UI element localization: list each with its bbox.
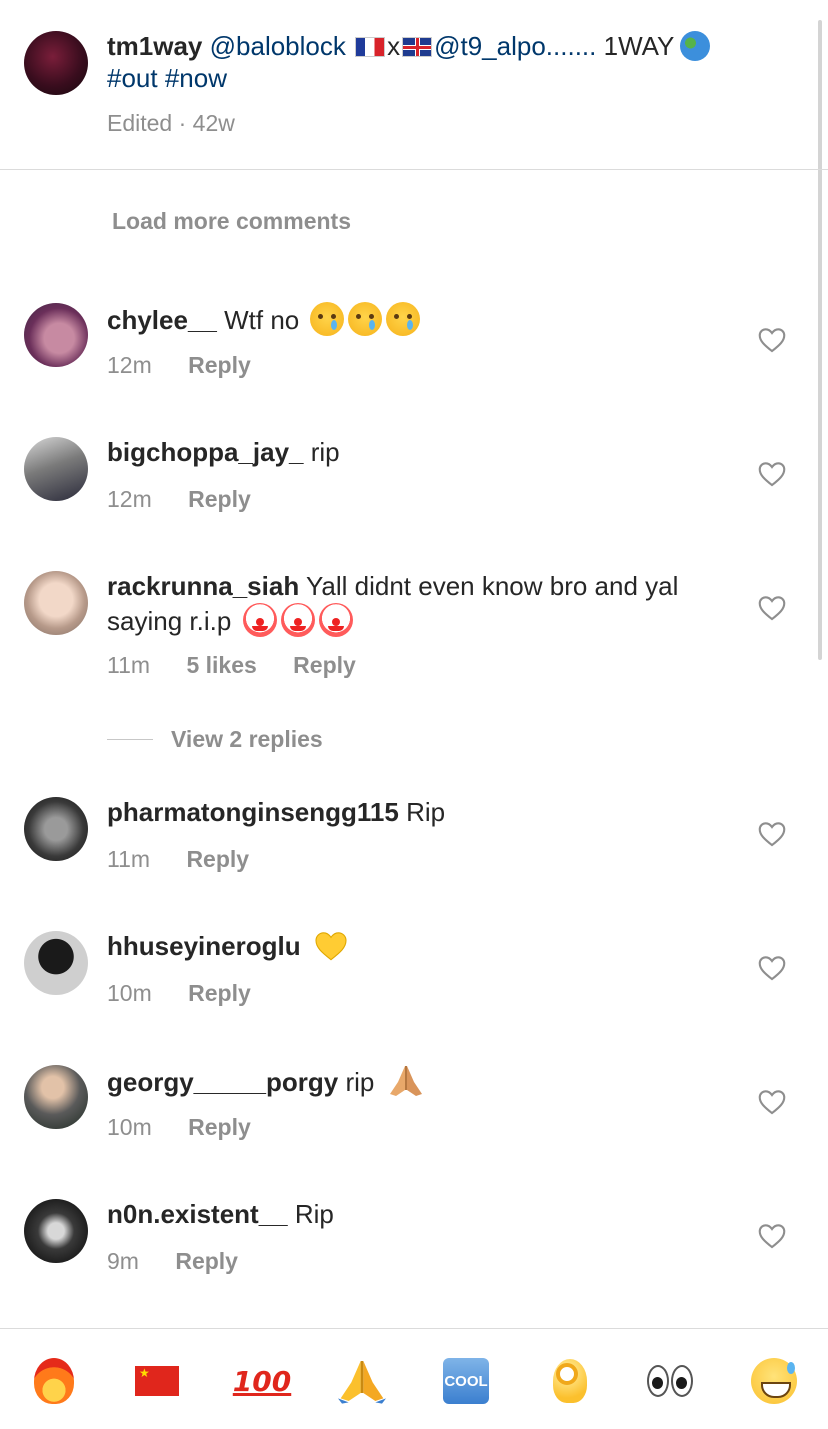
comment-body: georgy_____porgy rip <box>107 1064 707 1099</box>
cool-emoji-button[interactable]: COOL <box>442 1357 490 1405</box>
comment-username[interactable]: hhuseyineroglu <box>107 931 301 961</box>
crying-face-icon <box>310 302 345 336</box>
commenter-avatar[interactable] <box>24 571 88 635</box>
commenter-avatar[interactable] <box>24 1199 88 1263</box>
comment-username[interactable]: n0n.existent__ <box>107 1199 288 1229</box>
crying-face-icon <box>386 302 421 336</box>
like-heart-icon[interactable] <box>758 1089 786 1115</box>
hundred-emoji-button[interactable]: 100 <box>232 1357 292 1405</box>
comment-time: 10m <box>107 980 152 1006</box>
caption-tail: 1WAY <box>603 31 675 61</box>
comment-time: 11m <box>107 846 151 872</box>
reply-button[interactable]: Reply <box>188 980 251 1006</box>
like-heart-icon[interactable] <box>758 595 786 621</box>
comment-meta: 10m Reply <box>107 1114 281 1141</box>
emoji-quick-bar: 100 COOL <box>0 1328 828 1429</box>
clown-face-icon <box>242 603 277 637</box>
clown-face-icon <box>280 603 315 637</box>
comment-username[interactable]: georgy_____porgy <box>107 1067 338 1097</box>
reply-button[interactable]: Reply <box>293 652 356 678</box>
caption-meta: Edited · 42w <box>107 110 235 136</box>
folded-hands-icon <box>389 1066 422 1096</box>
comment-body: chylee__ Wtf no <box>107 302 707 337</box>
reply-button[interactable]: Reply <box>175 1248 238 1274</box>
comment-time: 9m <box>107 1248 139 1274</box>
caption-avatar[interactable] <box>24 31 88 95</box>
view-replies-button[interactable]: View 2 replies <box>107 722 323 756</box>
comment-time: 10m <box>107 1114 152 1140</box>
caption-mention-2[interactable]: @t9_alpo....... <box>434 31 596 61</box>
uk-flag-icon <box>402 37 433 57</box>
comment-time: 11m <box>107 652 151 678</box>
comment-body: bigchoppa_jay_ rip <box>107 436 707 469</box>
commenter-avatar[interactable] <box>24 931 88 995</box>
china-flag-emoji-button[interactable] <box>133 1357 181 1405</box>
comment-text: Rip <box>294 1199 334 1229</box>
caption-cross: x <box>387 31 401 61</box>
comment-body: rackrunna_siah Yall didnt even know bro … <box>107 570 707 638</box>
commenter-avatar[interactable] <box>24 797 88 861</box>
fire-emoji-button[interactable] <box>30 1357 78 1405</box>
cool-icon: COOL <box>443 1358 489 1404</box>
like-heart-icon[interactable] <box>758 1223 786 1249</box>
like-heart-icon[interactable] <box>758 461 786 487</box>
comment-body: n0n.existent__ Rip <box>107 1198 707 1231</box>
comment-username[interactable]: pharmatonginsengg115 <box>107 797 399 827</box>
comment-text: rip <box>310 437 340 467</box>
comment-meta: 11m 5 likes Reply <box>107 652 386 679</box>
comments-screen: tm1way @baloblock x @t9_alpo....... 1WAY … <box>0 0 828 1429</box>
china-flag-icon <box>135 1366 179 1396</box>
crying-face-icon <box>348 302 383 336</box>
eyes-emoji-button[interactable] <box>646 1357 694 1405</box>
reply-button[interactable]: Reply <box>188 1114 251 1140</box>
reply-button[interactable]: Reply <box>186 846 249 872</box>
ok-hand-emoji-button[interactable] <box>546 1357 594 1405</box>
reply-button[interactable]: Reply <box>188 486 251 512</box>
commenter-avatar[interactable] <box>24 1065 88 1129</box>
clown-face-icon <box>318 603 353 637</box>
comment-body: pharmatonginsengg115 Rip <box>107 796 707 829</box>
comment-meta: 10m Reply <box>107 980 281 1007</box>
commenter-avatar[interactable] <box>24 437 88 501</box>
reply-button[interactable]: Reply <box>188 352 251 378</box>
caption-hashtag-1[interactable]: #out <box>107 63 158 93</box>
comment-meta: 12m Reply <box>107 352 281 379</box>
comment-meta: 12m Reply <box>107 486 281 513</box>
comment-time: 12m <box>107 486 152 512</box>
load-more-comments-button[interactable]: Load more comments <box>112 208 351 235</box>
like-heart-icon[interactable] <box>758 821 786 847</box>
replies-divider <box>107 738 153 740</box>
comment-text: rip <box>345 1067 375 1097</box>
caption-mention-1[interactable]: @baloblock <box>210 31 346 61</box>
likes-count[interactable]: 5 likes <box>186 652 256 678</box>
post-caption: tm1way @baloblock x @t9_alpo....... 1WAY … <box>0 0 828 170</box>
comment-meta: 11m Reply <box>107 846 279 873</box>
caption-username[interactable]: tm1way <box>107 31 202 61</box>
comment-text: Wtf no <box>224 305 300 335</box>
ok-hand-icon <box>553 1359 587 1403</box>
comment-username[interactable]: bigchoppa_jay_ <box>107 437 304 467</box>
comment-text: Rip <box>406 797 446 827</box>
commenter-avatar[interactable] <box>24 303 88 367</box>
grinning-sweat-icon <box>751 1358 797 1404</box>
fire-icon <box>34 1358 74 1404</box>
hundred-points-icon: 100 <box>232 1364 292 1398</box>
caption-text: tm1way @baloblock x @t9_alpo....... 1WAY … <box>107 30 787 94</box>
caption-hashtag-2[interactable]: #now <box>165 63 227 93</box>
comment-body: hhuseyineroglu <box>107 930 707 963</box>
folded-hands-icon <box>338 1361 386 1404</box>
view-replies-label: View 2 replies <box>171 725 323 752</box>
comment-meta: 9m Reply <box>107 1248 268 1275</box>
like-heart-icon[interactable] <box>758 327 786 353</box>
yellow-heart-icon <box>315 932 347 961</box>
folded-hands-emoji-button[interactable] <box>338 1357 386 1405</box>
comment-username[interactable]: rackrunna_siah <box>107 571 299 601</box>
grinning-sweat-emoji-button[interactable] <box>750 1357 798 1405</box>
globe-icon <box>680 31 711 61</box>
comment-username[interactable]: chylee__ <box>107 305 217 335</box>
eyes-icon <box>647 1365 693 1397</box>
comment-time: 12m <box>107 352 152 378</box>
france-flag-icon <box>355 37 386 57</box>
like-heart-icon[interactable] <box>758 955 786 981</box>
